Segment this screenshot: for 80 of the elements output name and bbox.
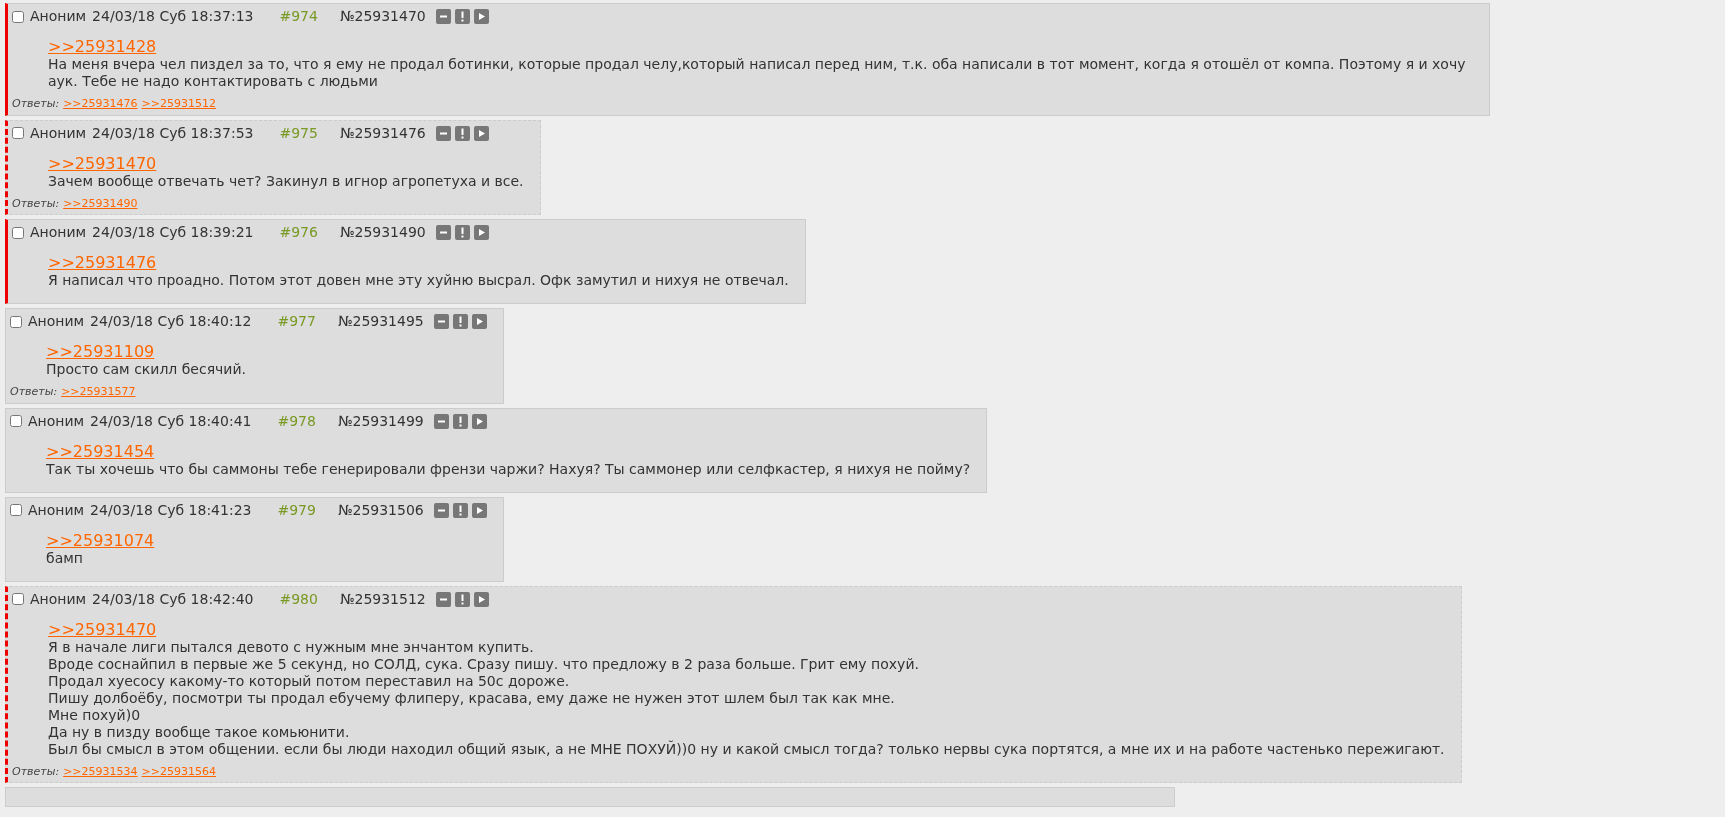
reply-link[interactable]: >>25931564	[141, 763, 216, 780]
post-date: 24/03/18 Суб 18:42:40	[92, 589, 254, 609]
post-checkbox[interactable]	[12, 593, 24, 605]
replies-label: Ответы:	[12, 96, 60, 112]
post-text: Я написал что проадно. Потом этот довен мне эту хуйню высрал. Офк замутил и нихуя не отвечал.	[48, 272, 789, 289]
play-icon[interactable]	[473, 225, 489, 240]
post-number: #980	[279, 589, 318, 609]
post-id[interactable]: №25931470	[339, 6, 426, 27]
play-icon[interactable]	[471, 314, 487, 329]
quote-link[interactable]: >>25931454	[46, 441, 155, 461]
poster-name: Аноним	[30, 223, 87, 242]
play-icon[interactable]	[473, 591, 489, 607]
minus-icon[interactable]	[433, 314, 449, 329]
post-text: На меня вчера чел пиздел за то, что я ему не продал ботинки, которые продал челу,который написал перед ним, т.к. оба написали в тот момент, когда я отошёл от компа. Поэтому я и хочу аук. Тебе не надо контактировать с людьми	[48, 56, 1467, 90]
poster-name: Аноним	[28, 500, 85, 520]
post-checkbox[interactable]	[12, 127, 24, 139]
play-icon[interactable]	[473, 125, 489, 141]
post-number: #977	[277, 312, 316, 331]
poster-name: Аноним	[28, 411, 85, 431]
post-checkbox[interactable]	[12, 226, 24, 239]
exclamation-icon[interactable]	[454, 225, 470, 240]
post-number: #976	[279, 223, 318, 242]
exclamation-icon[interactable]	[452, 502, 468, 518]
exclamation-icon[interactable]	[454, 125, 470, 141]
play-icon[interactable]	[471, 413, 487, 429]
post-id[interactable]: №25931512	[339, 588, 426, 610]
post-text: Я в начале лиги пытался девото с нужным мне энчантом купить. Вроде соснайпил в первые же 5 секунд, но СОЛД, сука. Сразу пишу. что предложу в 2 раза больше. Грит ему похуй. Продал хуесосу какому-то который потом переставил на 50с дороже. Пишу долбоёбу, посмотри ты продал ебучему флиперу, красава, ему даже не нужен этот шлем был так как мне. Мне похуй)0 Да ну в пизду вообще такое комьюнити. Был бы смысл в этом общении. если бы люди находил общий язык, а не МНЕ ПОХУЙ))0 ну и какой смысл тогда? только нервы сука портятся, а мне их и на работе частенько пережигают.	[48, 638, 1445, 758]
reply-link[interactable]: >>25931476	[63, 96, 138, 113]
post-date: 24/03/18 Суб 18:40:41	[90, 411, 252, 431]
post-id[interactable]: №25931499	[337, 410, 424, 432]
post-id[interactable]: №25931476	[339, 122, 426, 144]
minus-icon[interactable]	[435, 9, 451, 24]
minus-icon[interactable]	[433, 502, 449, 518]
reply-link[interactable]: >>25931490	[63, 195, 138, 212]
poster-name: Аноним	[30, 589, 87, 609]
post-date: 24/03/18 Суб 18:41:23	[90, 500, 252, 520]
post-checkbox[interactable]	[10, 504, 22, 516]
post-number: #978	[277, 411, 316, 431]
post-checkbox[interactable]	[10, 315, 22, 328]
quote-link[interactable]: >>25931470	[48, 153, 157, 173]
replies-label: Ответы:	[10, 384, 58, 400]
post-date: 24/03/18 Суб 18:37:53	[92, 123, 254, 143]
exclamation-icon[interactable]	[452, 314, 468, 329]
quote-link[interactable]: >>25931109	[46, 342, 155, 361]
poster-name: Аноним	[30, 123, 87, 143]
minus-icon[interactable]	[435, 125, 451, 141]
post-number: #974	[279, 7, 318, 26]
post-date: 24/03/18 Суб 18:39:21	[92, 223, 254, 242]
reply-link[interactable]: >>25931534	[63, 763, 138, 780]
minus-icon[interactable]	[435, 225, 451, 240]
reply-link[interactable]: >>25931577	[61, 384, 136, 401]
post-id[interactable]: №25931506	[337, 499, 424, 521]
post-id[interactable]: №25931490	[339, 222, 426, 243]
quote-link[interactable]: >>25931470	[48, 619, 157, 639]
exclamation-icon[interactable]	[454, 591, 470, 607]
play-icon[interactable]	[473, 9, 489, 24]
minus-icon[interactable]	[435, 591, 451, 607]
post-date: 24/03/18 Суб 18:40:12	[90, 312, 252, 331]
post-text: бамп	[46, 549, 84, 567]
post-number: #975	[279, 123, 318, 143]
post-date: 24/03/18 Суб 18:37:13	[92, 7, 254, 26]
post-text: Зачем вообще отвечать чет? Закинул в игнор агропетуха и все.	[48, 172, 524, 190]
quote-link[interactable]: >>25931428	[48, 37, 157, 56]
post-text: Просто сам скилл бесячий.	[46, 361, 248, 378]
post-text: Так ты хочешь что бы саммоны тебе генерировали френзи чаржи? Нахуя? Ты саммонер или селфкастер, я нихуя не пойму?	[46, 460, 971, 478]
exclamation-icon[interactable]	[452, 413, 468, 429]
replies-label: Ответы:	[12, 763, 60, 780]
replies-label: Ответы:	[12, 195, 60, 212]
play-icon[interactable]	[471, 502, 487, 518]
post-id[interactable]: №25931495	[337, 311, 424, 332]
post-number: #979	[277, 500, 316, 520]
post-checkbox[interactable]	[10, 415, 22, 427]
poster-name: Аноним	[28, 312, 85, 331]
reply-link[interactable]: >>25931512	[141, 96, 216, 113]
exclamation-icon[interactable]	[454, 9, 470, 24]
poster-name: Аноним	[30, 7, 87, 26]
quote-link[interactable]: >>25931476	[48, 253, 157, 272]
quote-link[interactable]: >>25931074	[46, 530, 155, 550]
post-checkbox[interactable]	[12, 10, 24, 23]
minus-icon[interactable]	[433, 413, 449, 429]
